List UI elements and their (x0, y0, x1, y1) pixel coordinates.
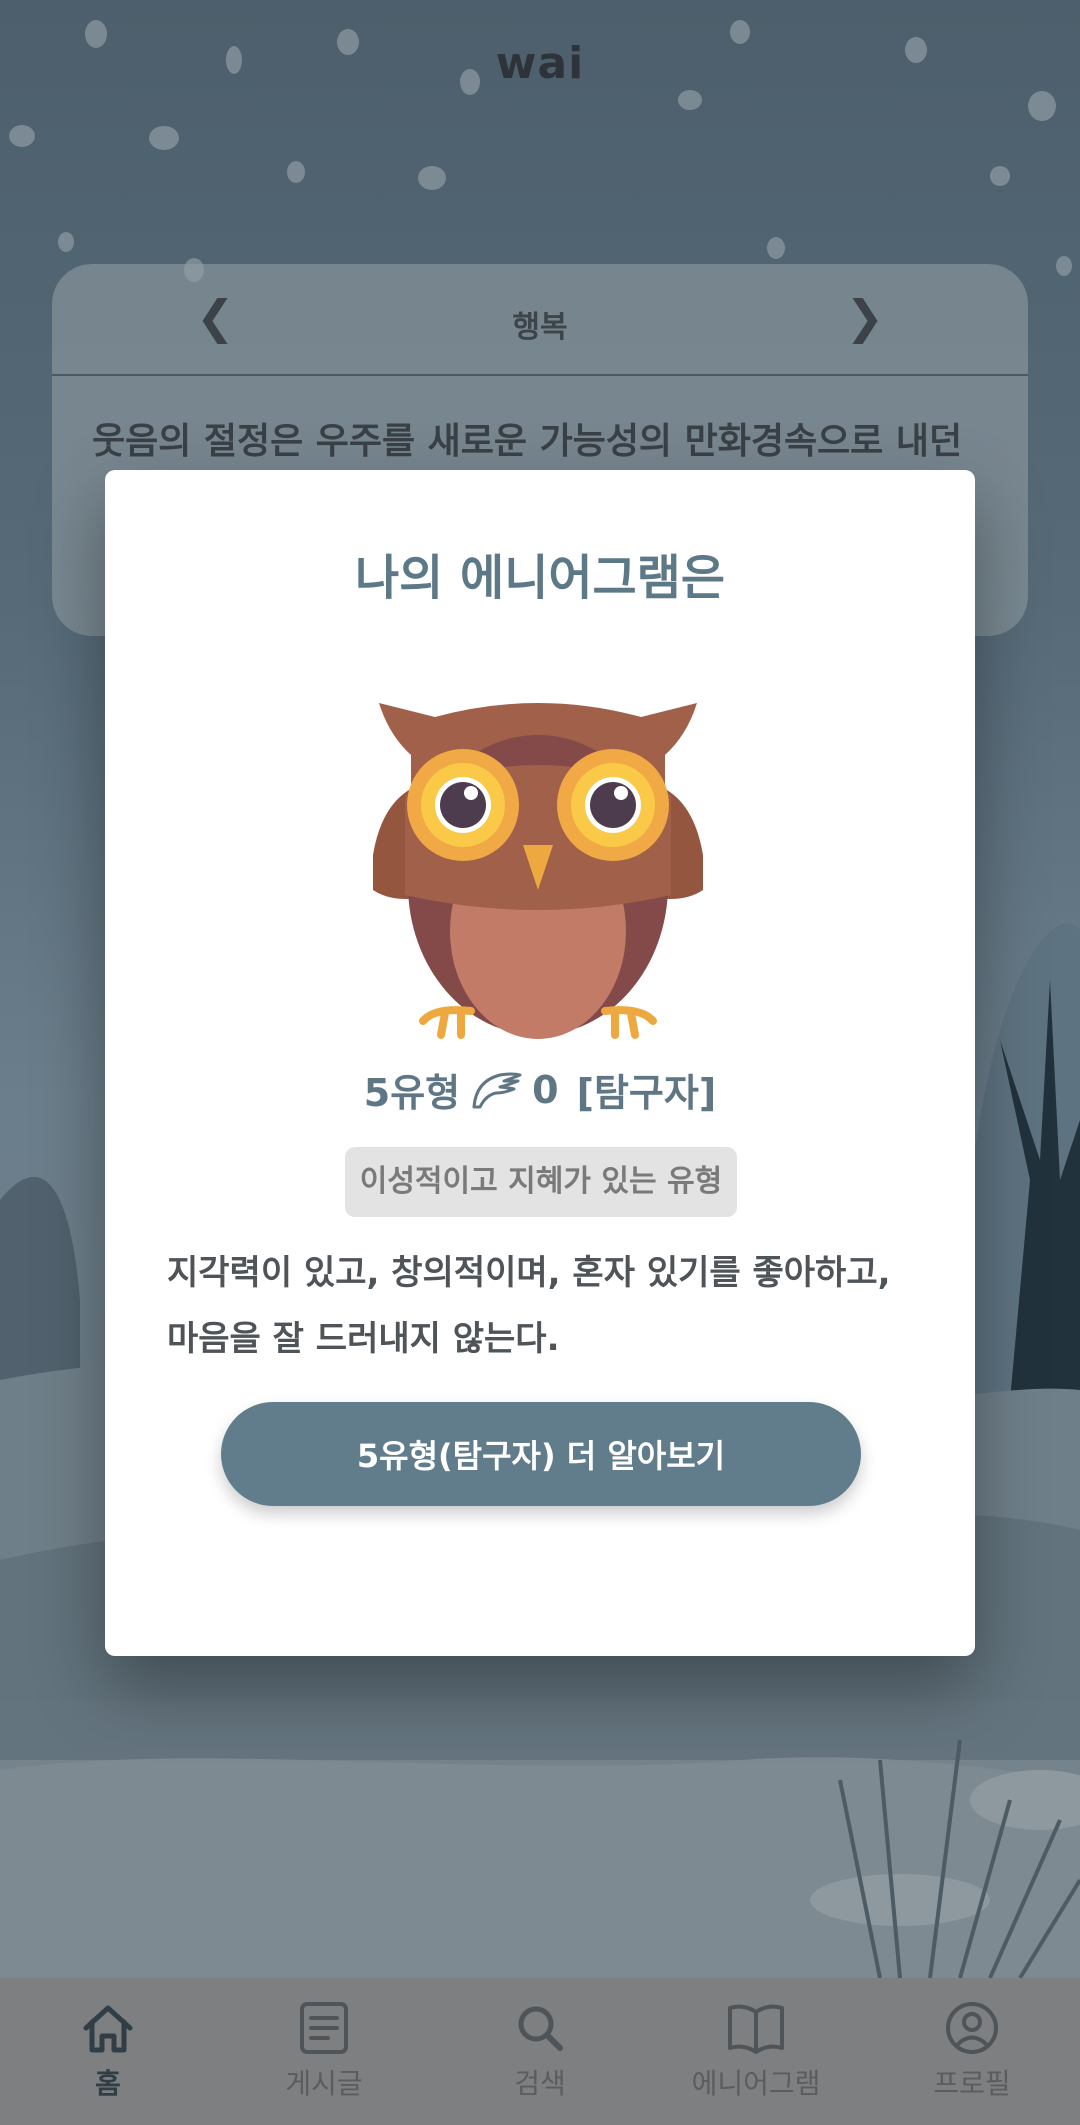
nav-item-home[interactable]: 홈 (0, 1978, 216, 2125)
nav-item-search[interactable]: 검색 (432, 1978, 648, 2125)
type-number: 5유형 (363, 1071, 461, 1115)
wing-icon (472, 1072, 522, 1108)
wing-value: 0 (532, 1067, 559, 1112)
nav-label-profile: 프로필 (933, 2067, 1011, 2100)
enneagram-type-line: 5유형 0 [탐구자] (105, 1062, 975, 1117)
type-tag: 이성적이고 지혜가 있는 유형 (345, 1147, 737, 1217)
enneagram-result-modal: 나의 에니어그램은 5유형 0 [탐구자] 이성적이고 지혜가 있는 유형 지각… (105, 470, 975, 1656)
nav-label-home: 홈 (95, 2067, 121, 2100)
owl-illustration (373, 703, 703, 1039)
home-icon (83, 2005, 133, 2053)
learn-more-button[interactable]: 5유형(탐구자) 더 알아보기 (221, 1402, 861, 1506)
nav-label-enneagram: 에니어그램 (691, 2067, 821, 2100)
nav-item-enneagram[interactable]: 에니어그램 (648, 1978, 864, 2125)
post-icon (300, 2002, 348, 2054)
modal-title: 나의 에니어그램은 (355, 550, 725, 606)
type-description: 지각력이 있고, 창의적이며, 혼자 있기를 좋아하고, 마음을 잘 드러내지 … (167, 1253, 891, 1359)
type-name: [탐구자] (576, 1071, 717, 1115)
nav-label-search: 검색 (514, 2067, 566, 2100)
profile-icon (946, 2002, 998, 2054)
search-icon (518, 2006, 563, 2051)
nav-label-posts: 게시글 (285, 2067, 363, 2100)
bottom-navigation: 홈 게시글 검색 에니어그램 프로필 (0, 1978, 1080, 2125)
nav-item-posts[interactable]: 게시글 (216, 1978, 432, 2125)
book-icon (728, 2004, 784, 2054)
nav-item-profile[interactable]: 프로필 (864, 1978, 1080, 2125)
